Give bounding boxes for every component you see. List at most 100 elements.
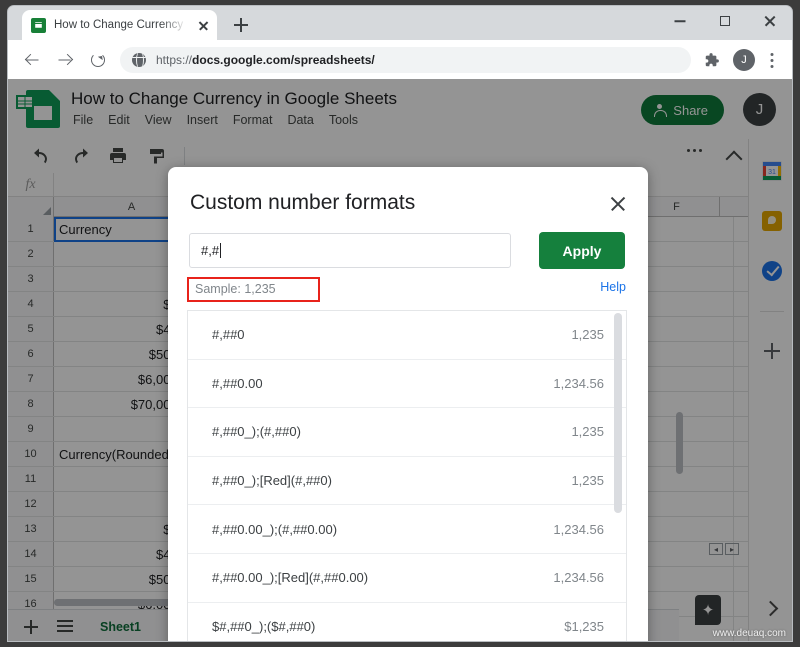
calendar-icon[interactable]: 31 [761, 161, 782, 181]
fx-icon: fx [8, 173, 54, 196]
menu-item-edit[interactable]: Edit [108, 113, 130, 127]
tasks-icon[interactable] [761, 261, 782, 281]
menu-item-file[interactable]: File [73, 113, 93, 127]
format-option-pattern: #,##0_);(#,##0) [212, 424, 301, 440]
format-option-row[interactable]: #,##0 1,235 [188, 311, 626, 360]
menu-item-view[interactable]: View [145, 113, 172, 127]
browser-window: How to Change Currency in Goo https://do… [7, 5, 793, 642]
row-header[interactable]: 6 [8, 342, 54, 366]
row-header[interactable]: 9 [8, 417, 54, 441]
reload-button[interactable] [83, 45, 113, 75]
document-title[interactable]: How to Change Currency in Google Sheets [71, 89, 397, 109]
undo-icon[interactable] [32, 146, 52, 166]
share-button-label: Share [673, 102, 708, 118]
menu-item-format[interactable]: Format [233, 113, 273, 127]
dialog-close-icon[interactable] [607, 193, 629, 215]
select-all-corner[interactable] [8, 197, 54, 217]
apply-button[interactable]: Apply [539, 232, 625, 269]
text-caret [220, 243, 222, 258]
dialog-title: Custom number formats [190, 191, 416, 214]
row-header[interactable]: 13 [8, 517, 54, 541]
tab-close-icon[interactable] [195, 17, 211, 33]
row-header[interactable]: 5 [8, 317, 54, 341]
sample-preview: Sample: 1,235 [187, 277, 320, 302]
person-icon [653, 103, 668, 117]
window-close-button[interactable] [747, 6, 792, 36]
puzzle-icon [705, 52, 719, 66]
menu-item-insert[interactable]: Insert [187, 113, 218, 127]
browser-profile-avatar[interactable]: J [733, 48, 755, 71]
format-option-preview: 1,234.56 [553, 375, 604, 391]
list-scrollbar[interactable] [614, 313, 622, 641]
print-icon[interactable] [108, 146, 128, 166]
sheets-header: How to Change Currency in Google Sheets … [8, 79, 792, 139]
format-option-pattern: #,##0 [212, 327, 245, 343]
format-option-preview: 1,234.56 [553, 570, 604, 586]
row-header[interactable]: 14 [8, 542, 54, 566]
row-header[interactable]: 1 [8, 217, 54, 241]
minimize-button[interactable] [657, 6, 702, 36]
collapse-toolbar-icon[interactable] [726, 147, 742, 163]
chevron-right-icon[interactable] [764, 601, 778, 615]
row-header[interactable]: 10 [8, 442, 54, 466]
all-sheets-icon[interactable] [56, 619, 74, 634]
arrow-left-icon [26, 53, 39, 66]
menu-item-tools[interactable]: Tools [329, 113, 358, 127]
add-sheet-icon[interactable] [22, 618, 40, 636]
format-pattern-input[interactable]: #,# [189, 233, 511, 268]
url-path: /spreadsheets/ [290, 52, 375, 67]
back-button[interactable] [17, 45, 47, 75]
tab-title: How to Change Currency in Goo [54, 19, 191, 31]
explore-button[interactable]: ✦ [695, 595, 721, 625]
format-pattern-value: #,# [201, 243, 220, 258]
format-option-pattern: #,##0_);[Red](#,##0) [212, 473, 332, 489]
format-option-pattern: #,##0.00_);[Red](#,##0.00) [212, 570, 369, 586]
maximize-button[interactable] [702, 6, 747, 36]
globe-icon [132, 52, 146, 67]
scroll-left-button[interactable]: ◂ [709, 543, 723, 555]
help-link[interactable]: Help [600, 280, 626, 294]
sheets-menu-bar: File Edit View Insert Format Data Tools [73, 113, 358, 127]
side-panel-rail: 31 [748, 139, 792, 641]
redo-icon[interactable] [70, 146, 90, 166]
format-option-row[interactable]: #,##0.00_);[Red](#,##0.00) 1,234.56 [188, 554, 626, 603]
format-option-row[interactable]: #,##0_);[Red](#,##0) 1,235 [188, 457, 626, 506]
browser-tab[interactable]: How to Change Currency in Goo [22, 10, 217, 40]
format-option-row[interactable]: $#,##0_);($#,##0) $1,235 [188, 603, 626, 641]
share-button[interactable]: Share [641, 95, 724, 125]
keep-icon[interactable] [761, 211, 782, 231]
format-option-row[interactable]: #,##0.00_);(#,##0.00) 1,234.56 [188, 505, 626, 554]
row-header[interactable]: 4 [8, 292, 54, 316]
address-bar[interactable]: https://docs.google.com/spreadsheets/ [120, 46, 691, 73]
toolbar-divider [184, 147, 185, 165]
add-on-plus-icon[interactable] [763, 342, 781, 360]
arrow-right-icon [58, 53, 72, 66]
row-header[interactable]: 2 [8, 242, 54, 266]
row-header[interactable]: 15 [8, 567, 54, 591]
format-option-preview: $1,235 [564, 618, 604, 634]
new-tab-button[interactable] [230, 14, 252, 36]
format-option-preview: 1,234.56 [553, 521, 604, 537]
paint-format-icon[interactable] [146, 146, 166, 166]
format-options-list[interactable]: #,##0 1,235 #,##0.00 1,234.56 #,##0_);(#,##0… [187, 310, 627, 641]
row-header[interactable]: 11 [8, 467, 54, 491]
row-header[interactable]: 3 [8, 267, 54, 291]
sheet-tab-sheet1[interactable]: Sheet1 [100, 620, 141, 634]
toolbar-overflow-button[interactable] [687, 149, 702, 152]
forward-button[interactable] [50, 45, 80, 75]
sheets-favicon [31, 17, 46, 33]
grid-vertical-scrollbar[interactable] [676, 412, 683, 474]
extensions-button[interactable] [699, 47, 725, 73]
scroll-right-button[interactable]: ▸ [725, 543, 739, 555]
sample-value: 1,235 [244, 282, 276, 296]
account-avatar[interactable]: J [743, 93, 776, 126]
format-option-row[interactable]: #,##0.00 1,234.56 [188, 360, 626, 409]
list-scroll-thumb[interactable] [614, 313, 622, 513]
browser-menu-button[interactable] [761, 47, 783, 73]
row-header[interactable]: 12 [8, 492, 54, 516]
format-option-row[interactable]: #,##0_);(#,##0) 1,235 [188, 408, 626, 457]
row-header[interactable]: 8 [8, 392, 54, 416]
menu-item-data[interactable]: Data [287, 113, 313, 127]
site-watermark: www.deuaq.com [712, 628, 786, 639]
row-header[interactable]: 7 [8, 367, 54, 391]
